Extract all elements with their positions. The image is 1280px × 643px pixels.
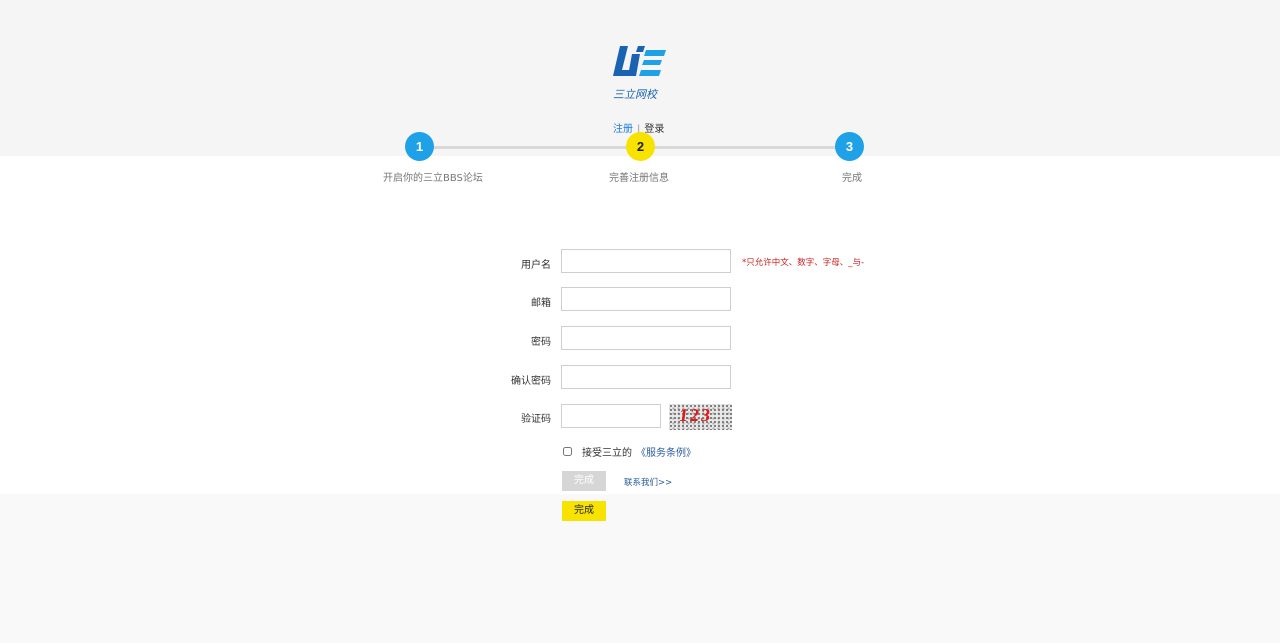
captcha-input[interactable] [561, 404, 661, 428]
step-1-label: 开启你的三立BBS论坛 [383, 173, 483, 184]
agree-row: 接受三立的 《服务条例》 [561, 444, 696, 459]
agree-text: 接受三立的 [582, 448, 632, 459]
password-label: 密码 [531, 337, 551, 348]
step-3-label: 完成 [842, 173, 862, 184]
agree-checkbox[interactable] [563, 447, 572, 456]
confirm-password-label: 确认密码 [511, 376, 551, 387]
submit-button-disabled[interactable]: 完成 [562, 471, 606, 491]
username-hint: *只允许中文、数字、字母、_与- [742, 258, 865, 268]
email-input[interactable] [561, 287, 731, 311]
terms-link[interactable]: 《服务条例》 [636, 444, 696, 459]
submit-button[interactable]: 完成 [562, 501, 606, 521]
password-input[interactable] [561, 326, 731, 350]
step-1-circle: 1 [405, 132, 434, 161]
logo-text: 三立网校 [613, 88, 657, 101]
step-2-label: 完善注册信息 [609, 173, 669, 184]
step-3-circle: 3 [835, 132, 864, 161]
captcha-label: 验证码 [521, 414, 551, 425]
email-label: 邮箱 [531, 298, 551, 309]
contact-us-link[interactable]: 联系我们>> [624, 476, 672, 488]
captcha-image[interactable]: 123 [669, 404, 732, 430]
confirm-password-input[interactable] [561, 365, 731, 389]
step-2-circle: 2 [626, 132, 655, 161]
register-link[interactable]: 注册 [613, 124, 633, 135]
footer-background [0, 494, 1280, 643]
username-label: 用户名 [521, 260, 551, 271]
username-input[interactable] [561, 249, 731, 273]
captcha-text: 123 [677, 405, 714, 425]
